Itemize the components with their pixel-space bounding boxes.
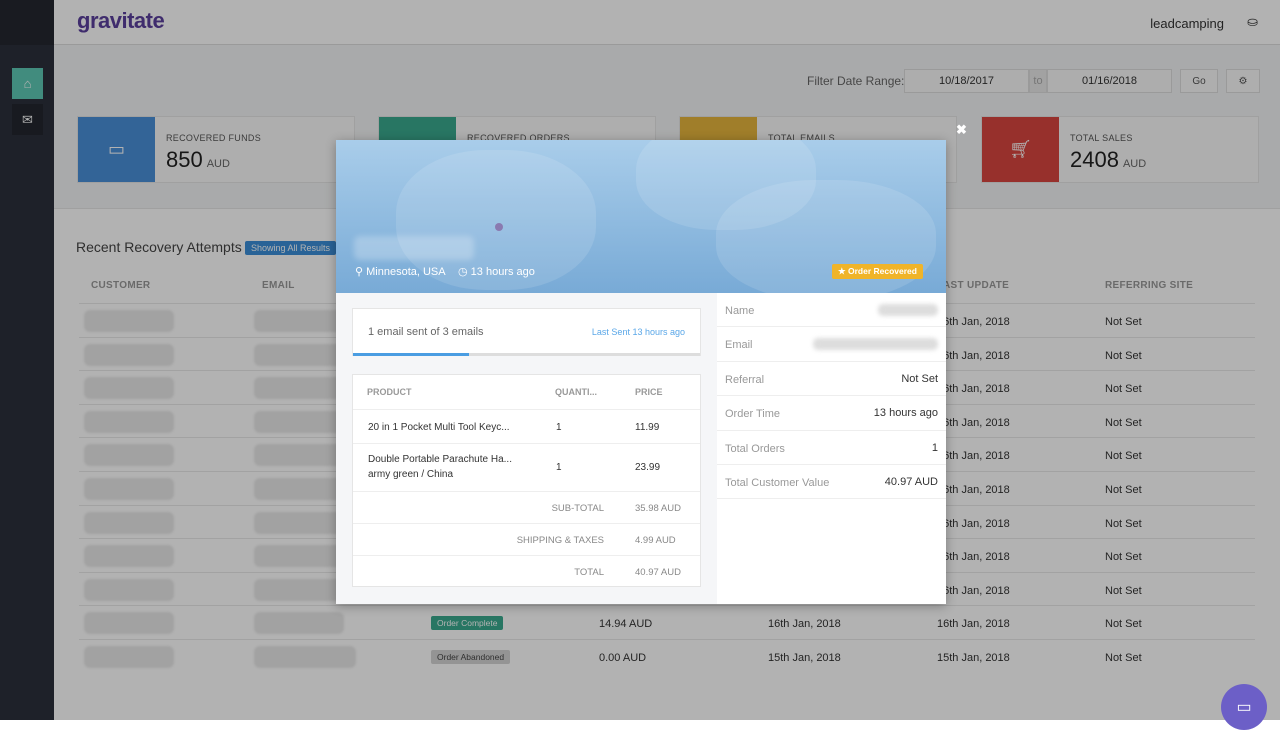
info-value-blurred	[813, 338, 938, 351]
product-name: Double Portable Parachute Ha...	[368, 454, 512, 465]
map-pin-icon: ⚲	[355, 266, 364, 278]
location: ⚲ Minnesota, USA	[355, 265, 446, 278]
info-row: Name	[717, 293, 946, 328]
total-label: SHIPPING & TAXES	[516, 535, 604, 546]
col-quantity: QUANTI...	[555, 387, 597, 397]
col-product: PRODUCT	[367, 387, 412, 397]
total-row: TOTAL 40.97 AUD	[353, 555, 700, 587]
clock-icon: ◷	[458, 266, 468, 278]
product-row: Double Portable Parachute Ha... army gre…	[353, 443, 700, 491]
info-row: Order Time 13 hours ago	[717, 396, 946, 431]
star-icon: ★	[838, 266, 846, 276]
info-value: 40.97 AUD	[884, 475, 938, 488]
order-recovered-badge: ★ Order Recovered	[832, 264, 923, 279]
col-price: PRICE	[635, 387, 663, 397]
product-qty: 1	[556, 422, 562, 433]
products-header: PRODUCT QUANTI... PRICE	[353, 375, 700, 409]
info-label: Total Orders	[725, 442, 785, 455]
chat-icon: ▭	[1236, 699, 1252, 716]
map-header: ⚲ Minnesota, USA ◷ 13 hours ago ★ Order …	[336, 140, 946, 293]
product-price: 11.99	[635, 422, 660, 433]
product-price: 23.99	[635, 462, 661, 473]
last-sent-link[interactable]: Last Sent 13 hours ago	[592, 327, 685, 337]
info-label: Name	[725, 305, 755, 317]
product-row: 20 in 1 Pocket Multi Tool Keyc... 1 11.9…	[353, 409, 700, 443]
time: ◷ 13 hours ago	[458, 265, 535, 278]
product-qty: 1	[556, 462, 562, 473]
products-table: PRODUCT QUANTI... PRICE 20 in 1 Pocket M…	[352, 374, 701, 587]
info-value: 13 hours ago	[873, 407, 938, 420]
total-value: 40.97 AUD	[635, 567, 681, 578]
time-text: 13 hours ago	[470, 266, 535, 278]
customer-name-blurred	[354, 236, 474, 260]
email-progress-bar	[353, 353, 700, 356]
total-label: TOTAL	[574, 567, 604, 578]
total-value: 4.99 AUD	[635, 535, 676, 546]
chat-launcher[interactable]: ▭	[1221, 684, 1267, 730]
info-row: Referral Not Set	[717, 362, 946, 397]
info-label: Order Time	[725, 408, 781, 421]
badge-text: Order Recovered	[848, 266, 917, 276]
email-progress-card: 1 email sent of 3 emails Last Sent 13 ho…	[352, 308, 701, 356]
emails-sent-text: 1 email sent of 3 emails	[368, 326, 484, 338]
order-modal: ⚲ Minnesota, USA ◷ 13 hours ago ★ Order …	[336, 140, 946, 604]
customer-info: Name Email Referral Not Set Order Time 13 hou…	[717, 293, 946, 604]
total-value: 35.98 AUD	[635, 503, 681, 514]
close-modal-icon[interactable]: ✖	[956, 122, 967, 138]
info-label: Referral	[725, 373, 765, 386]
info-row: Total Customer Value 40.97 AUD	[717, 465, 946, 500]
info-value-blurred	[878, 304, 938, 316]
info-value: 1	[931, 441, 938, 454]
product-variant: army green / China	[368, 469, 454, 480]
info-label: Email	[725, 339, 753, 352]
total-row: SHIPPING & TAXES 4.99 AUD	[353, 523, 700, 555]
info-value: Not Set	[901, 372, 938, 385]
location-text: Minnesota, USA	[366, 266, 446, 278]
info-row: Email	[717, 327, 946, 362]
location-marker	[495, 223, 503, 231]
total-label: SUB-TOTAL	[551, 503, 604, 514]
info-row: Total Orders 1	[717, 431, 946, 465]
total-row: SUB-TOTAL 35.98 AUD	[353, 491, 700, 523]
product-name: 20 in 1 Pocket Multi Tool Keyc...	[368, 422, 510, 433]
info-label: Total Customer Value	[725, 476, 830, 489]
